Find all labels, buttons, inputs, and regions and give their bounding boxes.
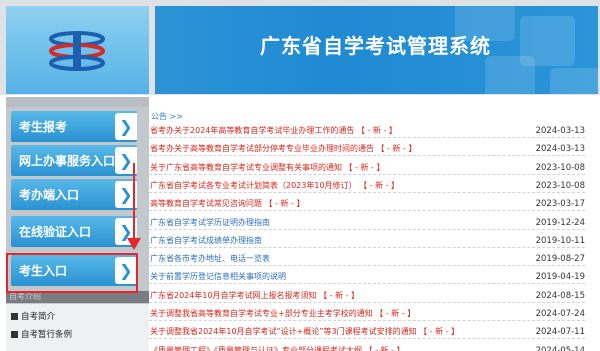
- notice-title[interactable]: 《质量管理工程》《质量管理与认证》专业部分课程考试大纲 【 - 新 - 】: [150, 345, 405, 351]
- notice-title[interactable]: 关于前置学历登记信息相关事项的说明: [150, 271, 286, 282]
- notice-row[interactable]: 高等教育自学考试常见咨询问题 【 - 新 - 】 2023-03-17: [149, 196, 585, 212]
- notice-row[interactable]: 关于调整我省高等教育自学考试专业+部分专业主考学校的通知 【 - 新 - 】 20…: [149, 306, 585, 321]
- notice-row[interactable]: 广东省自学考试学历证明办理指南 2019-12-24: [149, 215, 585, 230]
- intro-sub-list: 自考简介 自考暂行条例: [6, 304, 149, 351]
- notice-title-text: 广东省自学考试各专业考试计划简表（2023年10月修订）: [150, 180, 357, 190]
- notice-title[interactable]: 广东省2024年10月自学考试网上报名报考须知 【 - 新 - 】: [150, 290, 359, 301]
- bullet-icon: [11, 331, 18, 338]
- online-verification-label: 在线验证入口: [19, 225, 92, 239]
- exam-office-button[interactable]: 考办端入口 ❯: [11, 179, 137, 210]
- bullet-icon: [11, 313, 18, 320]
- new-badge: 【 - 新 - 】: [364, 345, 405, 351]
- arrow-head-icon: [127, 238, 141, 250]
- notice-title-text: 省考办关于2024年高等教育自学考试毕业办理工作的通告: [150, 126, 355, 135]
- notice-title[interactable]: 广东省自学考试成绩单办理指南: [150, 235, 262, 246]
- annotation-arrow: [133, 163, 135, 243]
- notice-date: 2023-03-17: [535, 199, 585, 210]
- notice-title-text: 关于前置学历登记信息相关事项的说明: [150, 272, 286, 282]
- notice-title-text: 省考办关于高等教育自学考试部分停考专业毕业办理时间的通告: [150, 144, 374, 154]
- notice-row[interactable]: 广东省2024年10月自学考试网上报名报考须知 【 - 新 - 】 2024-08…: [149, 288, 585, 303]
- notice-title[interactable]: 广东省各市考办地址、电话一览表: [150, 253, 270, 264]
- online-verification-button[interactable]: 在线验证入口 ❯: [11, 216, 137, 247]
- notice-row[interactable]: 广东省各市考办地址、电话一览表 2019-08-27: [149, 251, 585, 267]
- sub-item-intro[interactable]: 自考简介: [11, 310, 55, 322]
- notice-title-text: 广东省自学考试学历证明办理指南: [150, 217, 270, 227]
- notice-title-text: 《质量管理工程》《质量管理与认证》专业部分课程考试大纲: [150, 345, 362, 351]
- notice-date: 2019-08-27: [535, 254, 585, 265]
- new-badge: 【 - 新 - 】: [376, 144, 417, 154]
- notice-title-text: 关于调整我省2024年10月自学考试“设计+概论”等3门课程考试安排的通知: [150, 327, 417, 337]
- notice-date: 2024-08-15: [535, 290, 585, 301]
- notice-date: 2024-03-13: [535, 144, 585, 155]
- notice-title[interactable]: 高等教育自学考试常见咨询问题 【 - 新 - 】: [150, 198, 305, 209]
- chevron-right-icon: ❯: [115, 113, 137, 140]
- new-badge: 【 - 新 - 】: [419, 327, 460, 337]
- new-badge: 【 - 新 - 】: [344, 162, 385, 172]
- notice-title-text: 广东省2024年10月自学考试网上报名报考须知: [150, 290, 317, 300]
- exam-registration-button[interactable]: 考生报考 ❯: [11, 111, 137, 142]
- notice-title-text: 高等教育自学考试常见咨询问题: [150, 199, 262, 209]
- notice-title[interactable]: 广东省自学考试学历证明办理指南: [150, 217, 270, 228]
- notice-date: 2024-03-13: [535, 126, 585, 136]
- notice-row[interactable]: 省考办关于2024年高等教育自学考试毕业办理工作的通告 【 - 新 - 】 202…: [149, 123, 585, 138]
- annotation-highlight-box: [6, 253, 138, 293]
- sub-item-label: 自考暂行条例: [21, 330, 73, 340]
- notice-row[interactable]: 《质量管理工程》《质量管理与认证》专业部分课程考试大纲 【 - 新 - 】 202…: [149, 343, 585, 351]
- online-service-label: 网上办事服务入口: [19, 154, 116, 168]
- logo-area: [6, 6, 149, 94]
- notice-title-text: 关于调整我省高等教育自学考试专业+部分专业主考学校的通知: [150, 309, 373, 318]
- header-banner: 广东省自学考试管理系统: [155, 6, 598, 94]
- provincial-exam-logo-icon: [49, 31, 105, 71]
- notice-date: 2019-04-19: [535, 272, 585, 283]
- new-badge: 【 - 新 - 】: [264, 199, 305, 209]
- notice-title-text: 关于广东省高等教育自学考试专业调整有关事项的通知: [150, 162, 342, 172]
- notice-date: 2024-05-14: [535, 345, 585, 351]
- notice-row[interactable]: 关于广东省高等教育自学考试专业调整有关事项的通知 【 - 新 - 】 2023-1…: [149, 160, 585, 175]
- page: 广东省自学考试管理系统 考生报考 ❯ 网上办事服务入口 ❯ 考办端入口 ❯ 在线…: [0, 0, 600, 351]
- exam-office-label: 考办端入口: [19, 188, 80, 202]
- notice-date: 2023-10-08: [535, 162, 585, 173]
- notice-title[interactable]: 关于调整我省高等教育自学考试专业+部分专业主考学校的通知 【 - 新 - 】: [150, 308, 415, 319]
- sub-item-regulations[interactable]: 自考暂行条例: [11, 328, 72, 340]
- notice-row[interactable]: 关于调整我省2024年10月自学考试“设计+概论”等3门课程考试安排的通知 【 …: [149, 324, 585, 340]
- notice-title-text: 广东省自学考试成绩单办理指南: [150, 235, 262, 245]
- new-badge: 【 - 新 - 】: [319, 290, 360, 300]
- sidebar: 考生报考 ❯ 网上办事服务入口 ❯ 考办端入口 ❯ 在线验证入口 ❯ 考生入口 …: [6, 97, 149, 351]
- breadcrumb[interactable]: 公告 >>: [151, 111, 183, 122]
- notice-date: 2019-12-24: [535, 217, 585, 228]
- online-service-button[interactable]: 网上办事服务入口 ❯: [11, 145, 137, 176]
- new-badge: 【 - 新 - 】: [356, 126, 397, 135]
- new-badge: 【 - 新 - 】: [375, 309, 416, 318]
- notice-title[interactable]: 关于调整我省2024年10月自学考试“设计+概论”等3门课程考试安排的通知 【 …: [150, 326, 459, 337]
- notice-date: 2024-07-24: [535, 309, 585, 319]
- exam-registration-label: 考生报考: [19, 120, 68, 134]
- notice-title-text: 广东省各市考办地址、电话一览表: [150, 254, 270, 264]
- notice-row[interactable]: 广东省自学考试成绩单办理指南 2019-10-11: [149, 233, 585, 248]
- notice-panel: 公告 >> 省考办关于2024年高等教育自学考试毕业办理工作的通告 【 - 新 …: [149, 97, 600, 351]
- notice-row[interactable]: 广东省自学考试各专业考试计划简表（2023年10月修订） 【 - 新 - 】 20…: [149, 178, 585, 193]
- header-title: 广东省自学考试管理系统: [260, 34, 491, 58]
- notice-title[interactable]: 广东省自学考试各专业考试计划简表（2023年10月修订） 【 - 新 - 】: [150, 180, 399, 191]
- notice-row[interactable]: 关于前置学历登记信息相关事项的说明 2019-04-19: [149, 269, 585, 285]
- notice-date: 2024-07-11: [535, 327, 585, 338]
- notice-date: 2023-10-08: [535, 180, 585, 191]
- notice-title[interactable]: 关于广东省高等教育自学考试专业调整有关事项的通知 【 - 新 - 】: [150, 162, 385, 173]
- notice-title[interactable]: 省考办关于2024年高等教育自学考试毕业办理工作的通告 【 - 新 - 】: [150, 125, 397, 136]
- notice-date: 2019-10-11: [535, 235, 585, 246]
- notice-row[interactable]: 省考办关于高等教育自学考试部分停考专业毕业办理时间的通告 【 - 新 - 】 20…: [149, 141, 585, 157]
- header: 广东省自学考试管理系统: [0, 0, 600, 95]
- sidebar-top-strip: [6, 97, 149, 107]
- sub-item-label: 自考简介: [21, 312, 56, 322]
- new-badge: 【 - 新 - 】: [359, 180, 400, 190]
- notice-title[interactable]: 省考办关于高等教育自学考试部分停考专业毕业办理时间的通告 【 - 新 - 】: [150, 143, 417, 154]
